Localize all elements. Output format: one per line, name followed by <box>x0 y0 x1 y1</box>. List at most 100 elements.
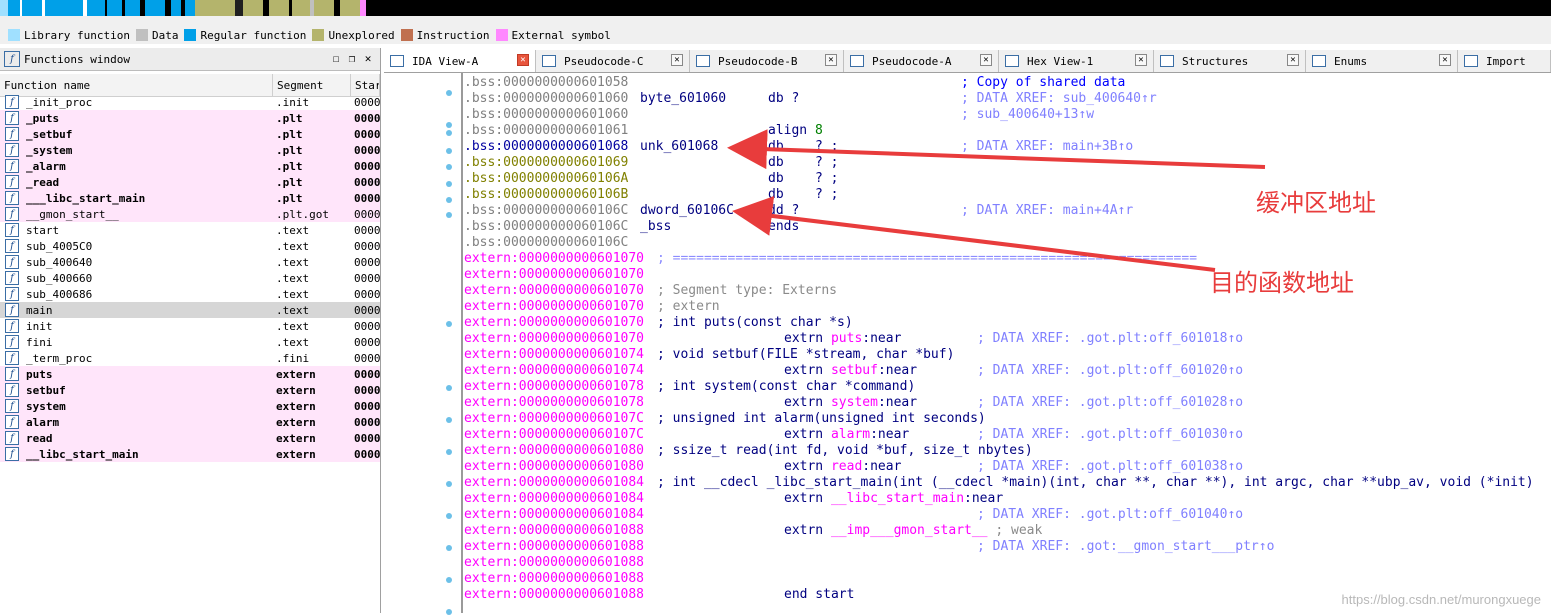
close-icon[interactable]: ✕ <box>1135 54 1147 66</box>
ida-view-disassembly[interactable]: .bss:0000000000601058 ; Copy of shared da… <box>384 73 1551 615</box>
disasm-line[interactable]: extern:0000000000601070 ; int puts(const … <box>464 315 853 331</box>
disasm-line[interactable]: .bss:000000000060106C dword_60106C dd ? ; D… <box>464 203 1133 219</box>
close-icon[interactable]: ✕ <box>1439 54 1451 66</box>
function-row[interactable]: f sub_400660 .text 0000 <box>0 270 380 286</box>
function-icon: f <box>5 319 19 333</box>
disasm-line[interactable]: extern:0000000000601070 ; ===============… <box>464 251 1197 267</box>
disasm-line[interactable]: extern:0000000000601070 ; extern <box>464 299 720 315</box>
disasm-line[interactable]: extern:0000000000601088 <box>464 571 644 587</box>
disasm-line[interactable]: extern:0000000000601084 ; DATA XREF: .got… <box>464 507 1243 523</box>
disasm-line[interactable]: extern:0000000000601074 ; void setbuf(FIL… <box>464 347 954 363</box>
breakpoint-dot[interactable] <box>446 417 452 423</box>
function-row[interactable]: f _puts .plt 0000 <box>0 110 380 126</box>
tab-pseudocode-c[interactable]: Pseudocode-C ✕ <box>536 50 690 72</box>
breakpoint-dot[interactable] <box>446 130 452 136</box>
function-row[interactable]: f puts extern 0000 <box>0 366 380 382</box>
function-row[interactable]: f setbuf extern 0000 <box>0 382 380 398</box>
disasm-line[interactable]: extern:0000000000601080 ; ssize_t read(in… <box>464 443 1033 459</box>
breakpoint-dot[interactable] <box>446 577 452 583</box>
disasm-line[interactable]: .bss:0000000000601060 ; sub_400640+13↑w <box>464 107 1094 123</box>
function-row[interactable]: f __libc_start_main extern 0000 <box>0 446 380 462</box>
disasm-line[interactable]: extern:0000000000601074 extrn setbuf:near… <box>464 363 1243 379</box>
disasm-line[interactable]: .bss:0000000000601068 unk_601068 db ? ; ; D… <box>464 139 1133 155</box>
restore-icon[interactable]: ☐ <box>328 51 344 67</box>
breakpoint-dot[interactable] <box>446 122 452 128</box>
function-row[interactable]: f start .text 0000 <box>0 222 380 238</box>
function-row[interactable]: f __gmon_start__ .plt.got 0000 <box>0 206 380 222</box>
function-row[interactable]: f sub_4005C0 .text 0000 <box>0 238 380 254</box>
breakpoint-dot[interactable] <box>446 545 452 551</box>
function-row[interactable]: f alarm extern 0000 <box>0 414 380 430</box>
disasm-line[interactable]: .bss:0000000000601058 ; Copy of shared da… <box>464 75 1125 91</box>
tab-import[interactable]: Import <box>1458 50 1551 72</box>
close-icon[interactable]: ✕ <box>517 54 529 66</box>
disasm-line[interactable]: .bss:000000000060106B db ? ; <box>464 187 838 203</box>
function-row[interactable]: f _init_proc .init 0000 <box>0 94 380 110</box>
function-row[interactable]: f _alarm .plt 0000 <box>0 158 380 174</box>
close-icon[interactable]: ✕ <box>360 51 376 67</box>
disasm-line[interactable]: extern:0000000000601084 extrn __libc_star… <box>464 491 1003 507</box>
tab-pseudocode-b[interactable]: Pseudocode-B ✕ <box>690 50 844 72</box>
function-row[interactable]: f main .text 0000 <box>0 302 380 318</box>
close-icon[interactable]: ✕ <box>1287 54 1299 66</box>
line-address: extern:0000000000601070 <box>464 251 645 266</box>
breakpoint-dot[interactable] <box>446 90 452 96</box>
close-icon[interactable]: ✕ <box>671 54 683 66</box>
disasm-line[interactable]: extern:0000000000601070 extrn puts:near ; … <box>464 331 1243 347</box>
function-row[interactable]: f _read .plt 0000 <box>0 174 380 190</box>
column-start[interactable]: Star <box>351 74 380 96</box>
function-row[interactable]: f init .text 0000 <box>0 318 380 334</box>
tab-structures[interactable]: Structures ✕ <box>1154 50 1306 72</box>
disasm-line[interactable]: .bss:000000000060106C _bss ends <box>464 219 799 235</box>
breakpoint-dot[interactable] <box>446 321 452 327</box>
breakpoint-dot[interactable] <box>446 385 452 391</box>
disasm-line[interactable]: extern:0000000000601088 ; DATA XREF: .got… <box>464 539 1274 555</box>
function-row[interactable]: f system extern 0000 <box>0 398 380 414</box>
disasm-line[interactable]: extern:0000000000601088 end start <box>464 587 854 603</box>
tab-hex-view-1[interactable]: Hex View-1 ✕ <box>999 50 1154 72</box>
disasm-line[interactable]: extern:0000000000601070 <box>464 267 644 283</box>
close-icon[interactable]: ✕ <box>980 54 992 66</box>
disasm-line[interactable]: extern:0000000000601084 ; int __cdecl _li… <box>464 475 1534 491</box>
breakpoint-dot[interactable] <box>446 212 452 218</box>
navigation-band[interactable] <box>0 0 1551 16</box>
function-row[interactable]: f _setbuf .plt 0000 <box>0 126 380 142</box>
tab-ida-view-a[interactable]: IDA View-A ✕ <box>384 50 536 72</box>
disasm-line[interactable]: .bss:000000000060106C <box>464 235 644 251</box>
tab-enums[interactable]: Enums ✕ <box>1306 50 1458 72</box>
float-icon[interactable]: ❐ <box>344 51 360 67</box>
function-row[interactable]: f sub_400686 .text 0000 <box>0 286 380 302</box>
xref-comment: ; DATA XREF: .got.plt:off_601030↑o <box>977 427 1244 442</box>
function-row[interactable]: f read extern 0000 <box>0 430 380 446</box>
function-row[interactable]: f ___libc_start_main .plt 0000 <box>0 190 380 206</box>
disasm-line[interactable]: .bss:000000000060106A db ? ; <box>464 171 838 187</box>
breakpoint-dot[interactable] <box>446 181 452 187</box>
breakpoint-dot[interactable] <box>446 481 452 487</box>
column-function-name[interactable]: Function name <box>0 74 273 96</box>
disasm-line[interactable]: extern:0000000000601088 <box>464 555 644 571</box>
disasm-line[interactable]: extern:0000000000601080 extrn read:near ; … <box>464 459 1243 475</box>
function-start: 0000 <box>354 175 380 189</box>
breakpoint-dot[interactable] <box>446 609 452 615</box>
breakpoint-dot[interactable] <box>446 197 452 203</box>
disasm-line[interactable]: extern:000000000060107C ; unsigned int al… <box>464 411 986 427</box>
function-row[interactable]: f sub_400640 .text 0000 <box>0 254 380 270</box>
disasm-line[interactable]: extern:0000000000601078 ; int system(cons… <box>464 379 915 395</box>
breakpoint-dot[interactable] <box>446 513 452 519</box>
function-row[interactable]: f _system .plt 0000 <box>0 142 380 158</box>
disasm-line[interactable]: .bss:0000000000601061 align 8 <box>464 123 823 139</box>
tab-pseudocode-a[interactable]: Pseudocode-A ✕ <box>844 50 999 72</box>
function-row[interactable]: f fini .text 0000 <box>0 334 380 350</box>
disasm-line[interactable]: .bss:0000000000601069 db ? ; <box>464 155 838 171</box>
column-segment[interactable]: Segment <box>273 74 351 96</box>
disasm-line[interactable]: .bss:0000000000601060 byte_601060 db ? ; DA… <box>464 91 1157 107</box>
breakpoint-dot[interactable] <box>446 449 452 455</box>
function-row[interactable]: f _term_proc .fini 0000 <box>0 350 380 366</box>
close-icon[interactable]: ✕ <box>825 54 837 66</box>
breakpoint-dot[interactable] <box>446 148 452 154</box>
disasm-line[interactable]: extern:0000000000601078 extrn system:near… <box>464 395 1243 411</box>
breakpoint-dot[interactable] <box>446 164 452 170</box>
disasm-line[interactable]: extern:0000000000601070 ; Segment type: E… <box>464 283 837 299</box>
disasm-line[interactable]: extern:000000000060107C extrn alarm:near;… <box>464 427 1243 443</box>
disasm-line[interactable]: extern:0000000000601088 extrn __imp___gmo… <box>464 523 1042 539</box>
